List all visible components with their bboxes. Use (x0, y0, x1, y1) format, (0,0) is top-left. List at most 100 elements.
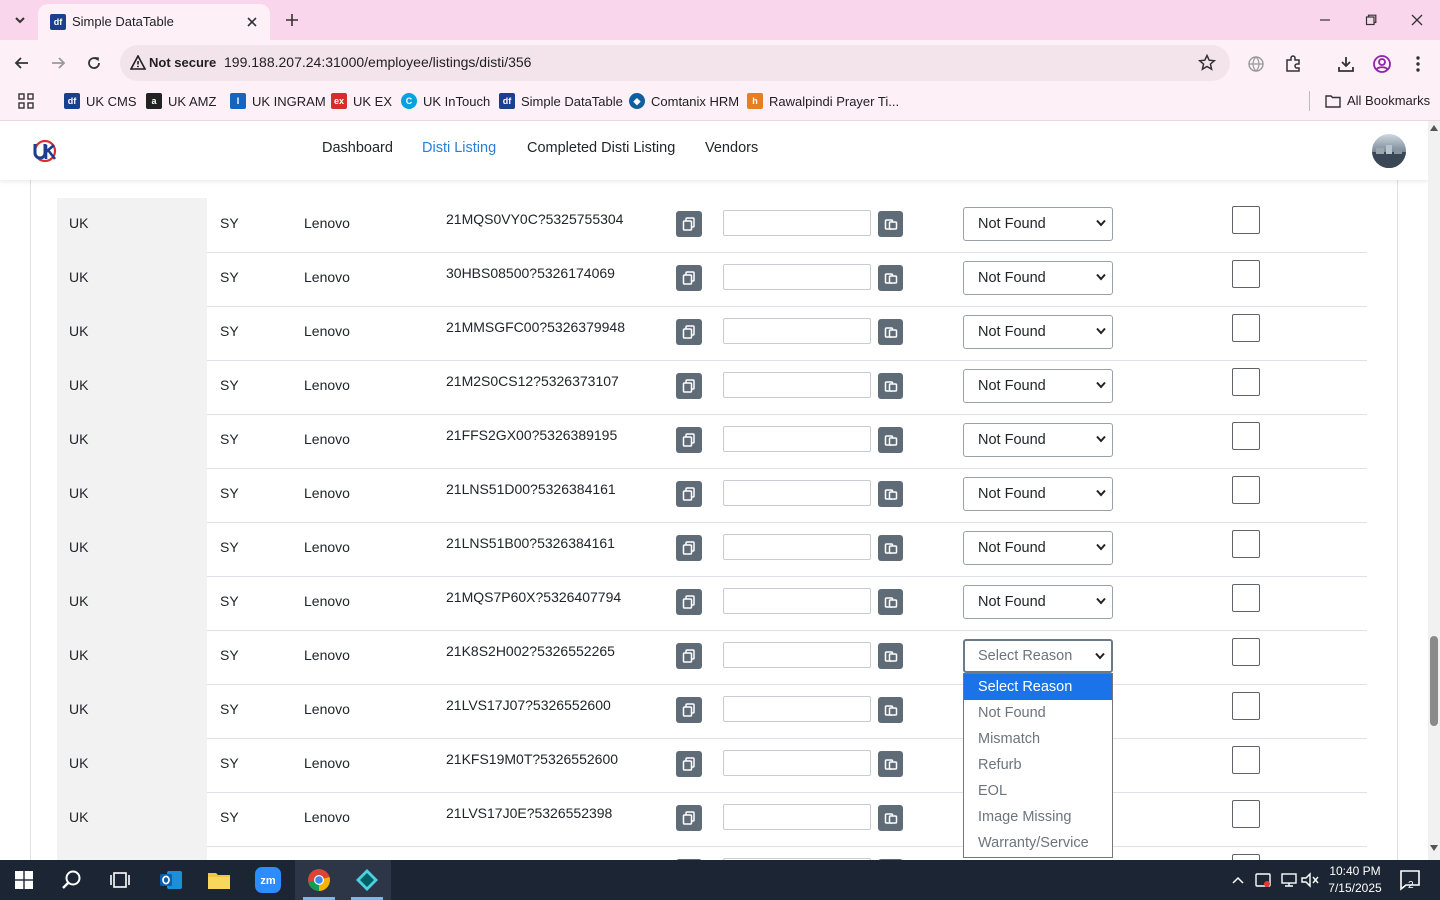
copy-button[interactable] (676, 265, 702, 291)
option-mismatch[interactable]: Mismatch (964, 726, 1112, 752)
bookmark-simple-datatable[interactable]: df Simple DataTable (499, 93, 623, 109)
reason-select[interactable]: Not Found (963, 585, 1113, 619)
value-input[interactable] (723, 372, 871, 398)
copy-button[interactable] (676, 697, 702, 723)
reason-select[interactable]: Select Reason (963, 639, 1113, 673)
value-input[interactable] (723, 642, 871, 668)
warning-icon[interactable] (130, 55, 146, 70)
page-scrollbar[interactable] (1428, 121, 1440, 860)
row-checkbox[interactable] (1232, 314, 1260, 342)
paste-button[interactable] (878, 697, 903, 723)
paste-button[interactable] (878, 265, 903, 291)
copy-button[interactable] (676, 805, 702, 831)
paste-button[interactable] (878, 373, 903, 399)
chevron-up-icon[interactable] (1231, 870, 1245, 890)
browser-tab[interactable]: df Simple DataTable (38, 4, 270, 40)
option-image-missing[interactable]: Image Missing (964, 804, 1112, 830)
nav-completed-disti-listing[interactable]: Completed Disti Listing (527, 140, 675, 156)
option-warranty-service[interactable]: Warranty/Service (964, 830, 1112, 856)
bookmark-uk-amz[interactable]: a UK AMZ (146, 93, 216, 109)
nav-disti-listing[interactable]: Disti Listing (422, 140, 496, 156)
kebab-menu-icon[interactable] (1406, 52, 1430, 76)
reload-button[interactable] (80, 49, 108, 77)
avatar[interactable] (1372, 134, 1406, 168)
option-eol[interactable]: EOL (964, 778, 1112, 804)
minimize-button[interactable] (1302, 0, 1348, 40)
paste-button[interactable] (878, 211, 903, 237)
row-checkbox[interactable] (1232, 530, 1260, 558)
uk-logo-icon[interactable] (30, 136, 60, 166)
copy-button[interactable] (676, 211, 702, 237)
row-checkbox[interactable] (1232, 746, 1260, 774)
taskbar-file-explorer[interactable] (195, 860, 243, 900)
row-checkbox[interactable] (1232, 368, 1260, 396)
row-checkbox[interactable] (1232, 584, 1260, 612)
paste-button[interactable] (878, 481, 903, 507)
close-window-button[interactable] (1394, 0, 1440, 40)
value-input[interactable] (723, 534, 871, 560)
value-input[interactable] (723, 264, 871, 290)
new-tab-button[interactable] (280, 8, 304, 32)
row-checkbox[interactable] (1232, 260, 1260, 288)
security-tray-icon[interactable] (1254, 870, 1272, 890)
network-icon[interactable] (1279, 870, 1299, 890)
value-input[interactable] (723, 750, 871, 776)
search-button[interactable] (48, 860, 96, 900)
bookmark-comtanix-hrm[interactable]: ◆ Comtanix HRM (629, 93, 739, 109)
nav-dashboard[interactable]: Dashboard (322, 140, 393, 156)
value-input[interactable] (723, 804, 871, 830)
option-refurb[interactable]: Refurb (964, 752, 1112, 778)
value-input[interactable] (723, 696, 871, 722)
paste-button[interactable] (878, 805, 903, 831)
paste-button[interactable] (878, 319, 903, 345)
value-input[interactable] (723, 588, 871, 614)
row-checkbox[interactable] (1232, 638, 1260, 666)
row-checkbox[interactable] (1232, 422, 1260, 450)
copy-button[interactable] (676, 643, 702, 669)
translate-icon[interactable] (1244, 52, 1268, 76)
paste-button[interactable] (878, 589, 903, 615)
reason-select[interactable]: Not Found (963, 531, 1113, 565)
security-label[interactable]: Not secure (149, 55, 216, 70)
taskbar-outlook[interactable] (147, 860, 195, 900)
volume-muted-icon[interactable] (1300, 870, 1320, 890)
bookmark-star-icon[interactable] (1198, 54, 1216, 72)
bookmark-uk-ex[interactable]: ex UK EX (331, 93, 392, 109)
url-text[interactable]: 199.188.207.24:31000/employee/listings/d… (224, 54, 531, 70)
row-checkbox[interactable] (1232, 800, 1260, 828)
reason-select[interactable]: Not Found (963, 477, 1113, 511)
row-checkbox[interactable] (1232, 692, 1260, 720)
bookmark-uk-cms[interactable]: df UK CMS (64, 93, 137, 109)
reason-select[interactable]: Not Found (963, 369, 1113, 403)
row-checkbox[interactable] (1232, 206, 1260, 234)
restore-button[interactable] (1348, 0, 1394, 40)
tab-search-button[interactable] (6, 6, 34, 34)
download-icon[interactable] (1334, 52, 1358, 76)
copy-button[interactable] (676, 373, 702, 399)
bookmark-uk-ingram[interactable]: I UK INGRAM (230, 93, 326, 109)
option-not-found[interactable]: Not Found (964, 700, 1112, 726)
address-bar[interactable]: Not secure 199.188.207.24:31000/employee… (120, 45, 1230, 81)
taskbar-chrome[interactable] (295, 860, 343, 900)
start-button[interactable] (0, 860, 48, 900)
copy-button[interactable] (676, 319, 702, 345)
copy-button[interactable] (676, 481, 702, 507)
extensions-icon[interactable] (1281, 52, 1305, 76)
forward-button[interactable] (44, 49, 72, 77)
tab-close-button[interactable] (242, 12, 262, 32)
value-input[interactable] (723, 318, 871, 344)
copy-button[interactable] (676, 589, 702, 615)
all-bookmarks[interactable]: All Bookmarks (1325, 93, 1430, 108)
reason-select[interactable]: Not Found (963, 207, 1113, 241)
back-button[interactable] (8, 49, 36, 77)
bookmark-rawalpindi-prayer[interactable]: h Rawalpindi Prayer Ti... (747, 93, 899, 109)
option-select-reason[interactable]: Select Reason (964, 674, 1112, 700)
profile-icon[interactable] (1370, 52, 1394, 76)
row-checkbox[interactable] (1232, 476, 1260, 504)
paste-button[interactable] (878, 535, 903, 561)
apps-grid-icon[interactable] (18, 93, 34, 109)
copy-button[interactable] (676, 751, 702, 777)
paste-button[interactable] (878, 751, 903, 777)
scrollbar-thumb[interactable] (1430, 636, 1438, 726)
copy-button[interactable] (676, 535, 702, 561)
